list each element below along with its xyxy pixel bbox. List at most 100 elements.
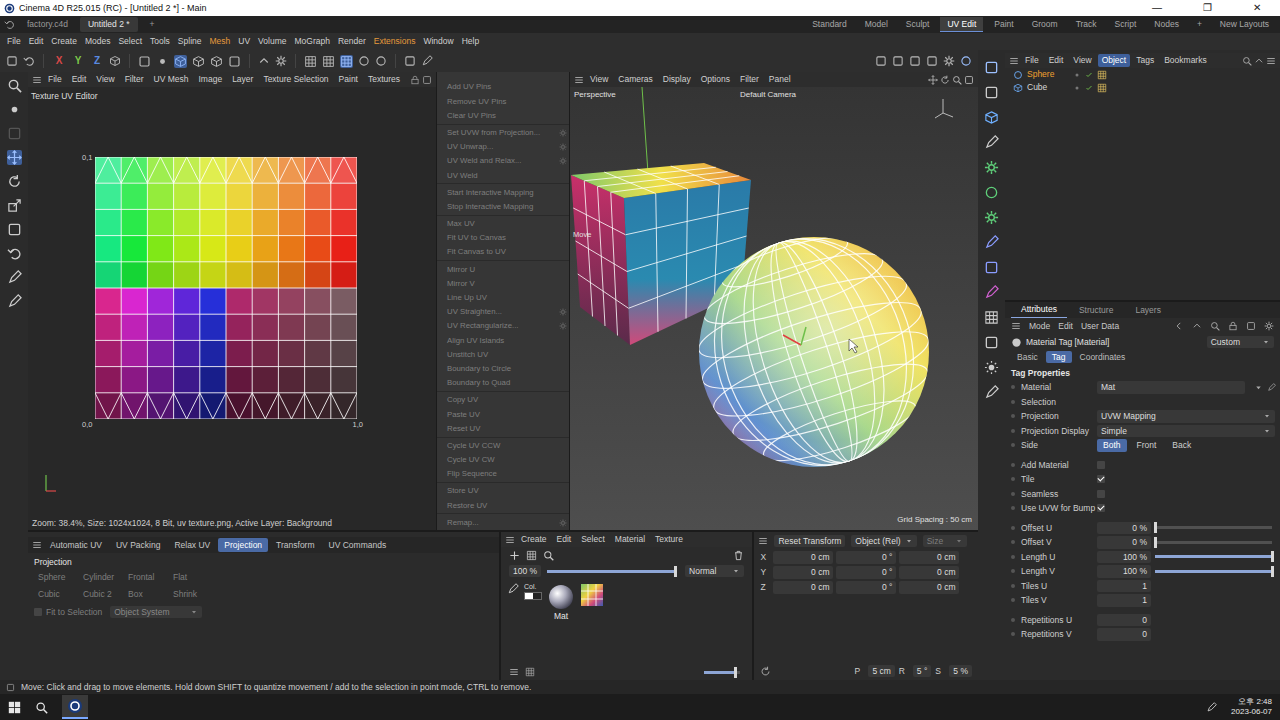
material-item[interactable]: Mat <box>547 583 575 621</box>
cube-icon[interactable] <box>984 110 999 125</box>
uv-command[interactable]: Remap... <box>437 515 569 529</box>
step-field[interactable]: 5 % <box>949 665 972 677</box>
menu-item[interactable]: UV <box>234 36 254 46</box>
knife-icon[interactable] <box>7 294 22 309</box>
axis-lock-toggle[interactable]: Y <box>71 55 85 67</box>
menu-item[interactable]: Edit <box>25 36 48 46</box>
uv-command[interactable]: Mirror V <box>437 276 569 290</box>
uv-command[interactable]: UV Weld and Relax... <box>437 154 569 168</box>
mode-icon[interactable] <box>138 55 151 68</box>
number-field[interactable]: 0 <box>1097 614 1151 626</box>
light-icon[interactable] <box>984 360 999 375</box>
projection-button[interactable]: Frontal <box>124 570 169 584</box>
panel-menu-icon[interactable] <box>32 75 42 85</box>
layout-tab[interactable]: Script <box>1108 17 1144 32</box>
back-icon[interactable] <box>1174 321 1184 331</box>
rotate-view-icon[interactable] <box>940 75 950 85</box>
material-tag-icon[interactable] <box>1097 70 1107 80</box>
window-control[interactable]: ❐ <box>1184 2 1230 14</box>
reset-transform-button[interactable]: Reset Transform <box>774 535 845 547</box>
rotate-icon[interactable] <box>7 174 22 189</box>
axis-lock-toggle[interactable]: Z <box>90 55 104 67</box>
panel-menu-icon[interactable] <box>1011 321 1021 331</box>
uv-command[interactable]: Align UV Islands <box>437 333 569 347</box>
projection-button[interactable]: Box <box>124 587 169 601</box>
render-icon[interactable] <box>960 55 972 67</box>
menu-item[interactable]: Tools <box>146 36 174 46</box>
position-field[interactable]: 0 cm <box>773 551 833 563</box>
menu-item[interactable]: Tags <box>1132 54 1158 66</box>
slider-track[interactable] <box>1155 541 1272 544</box>
grid-view-icon[interactable] <box>526 550 537 561</box>
menu-item[interactable]: Panel <box>765 74 795 84</box>
layout-tab[interactable]: Paint <box>987 17 1020 32</box>
menu-item[interactable]: Display <box>659 74 695 84</box>
panel-tab[interactable]: Attributes <box>1011 302 1067 317</box>
object-row[interactable]: Cube <box>1005 81 1280 94</box>
uv-command[interactable]: UV Unwrap... <box>437 140 569 154</box>
options-gear-icon[interactable] <box>559 157 567 165</box>
panel-menu-icon[interactable] <box>574 75 584 85</box>
text-icon[interactable] <box>984 135 999 150</box>
step-field[interactable]: 5 cm <box>868 665 894 677</box>
menu-item[interactable]: UV Mesh <box>150 74 193 84</box>
menu-item[interactable]: MoGraph <box>290 36 333 46</box>
menu-item[interactable]: Mode <box>1029 321 1050 331</box>
environment-icon[interactable] <box>984 310 999 325</box>
undo-icon[interactable] <box>7 246 22 261</box>
projection-button[interactable]: Flat <box>169 570 214 584</box>
link-menu-icon[interactable] <box>1254 383 1263 392</box>
window-control[interactable]: — <box>1134 2 1180 14</box>
coordinate-mode-dropdown[interactable]: Object (Rel) <box>851 535 916 547</box>
menu-item[interactable]: Texture <box>651 534 687 544</box>
uv-canvas[interactable]: 0,10,01,0 <box>28 101 436 517</box>
layout-tab[interactable]: UV Edit <box>940 17 983 32</box>
tray-icon[interactable] <box>1206 702 1217 713</box>
add-icon[interactable] <box>509 550 520 561</box>
generator-icon[interactable] <box>984 160 999 175</box>
draw-icon[interactable] <box>984 385 999 400</box>
axis-lock-toggle[interactable]: X <box>52 55 66 67</box>
workplane-icon[interactable] <box>322 55 335 68</box>
options-gear-icon[interactable] <box>559 308 567 316</box>
viewport-canvas[interactable]: PerspectiveDefault CameraGrid Spacing : … <box>570 87 978 530</box>
number-field[interactable]: 1 <box>1097 594 1151 606</box>
slider-track[interactable] <box>1155 570 1272 573</box>
options-gear-icon[interactable] <box>559 129 567 137</box>
menu-item[interactable]: Create <box>517 534 551 544</box>
lock-icon[interactable] <box>410 75 420 85</box>
dropdown[interactable]: UVW Mapping <box>1097 410 1275 422</box>
mode-icon[interactable] <box>228 55 241 68</box>
brush-icon[interactable] <box>7 270 22 285</box>
menu-item[interactable]: Select <box>114 36 146 46</box>
checkbox[interactable] <box>1097 490 1105 498</box>
uv-command[interactable]: Start Interactive Mapping <box>437 185 569 199</box>
deformer-icon[interactable] <box>984 210 999 225</box>
pan-icon[interactable] <box>928 75 938 85</box>
material-tag-icon[interactable] <box>1097 83 1107 93</box>
document-tab[interactable]: Untitled 2 * <box>80 17 138 31</box>
undo-icon[interactable] <box>4 19 15 30</box>
options-gear-icon[interactable] <box>559 143 567 151</box>
render-icon[interactable] <box>943 55 955 67</box>
uv-command[interactable]: Copy UV <box>437 393 569 407</box>
menu-item[interactable]: Extensions <box>370 36 420 46</box>
menu-item[interactable]: Window <box>419 36 457 46</box>
expand-icon[interactable] <box>422 75 432 85</box>
expand-icon[interactable] <box>964 75 974 85</box>
uv-command[interactable]: Max UV <box>437 217 569 231</box>
menu-item[interactable]: Spline <box>174 36 206 46</box>
trash-icon[interactable] <box>733 550 744 561</box>
menu-item[interactable]: File <box>3 36 25 46</box>
menu-item[interactable]: View <box>1069 54 1095 66</box>
size-mode-dropdown[interactable]: Size <box>923 535 968 547</box>
uv-command[interactable]: Set UVW from Projection... <box>437 126 569 140</box>
mode-icon[interactable] <box>174 55 187 68</box>
uv-manager-tab[interactable]: Projection <box>218 538 268 552</box>
spline-icon[interactable] <box>984 235 999 250</box>
menu-item[interactable]: Render <box>334 36 370 46</box>
mograph-icon[interactable] <box>984 185 999 200</box>
slider-track[interactable] <box>1155 526 1272 529</box>
uv-command[interactable]: Paste UV <box>437 407 569 421</box>
menu-item[interactable]: Filter <box>736 74 763 84</box>
